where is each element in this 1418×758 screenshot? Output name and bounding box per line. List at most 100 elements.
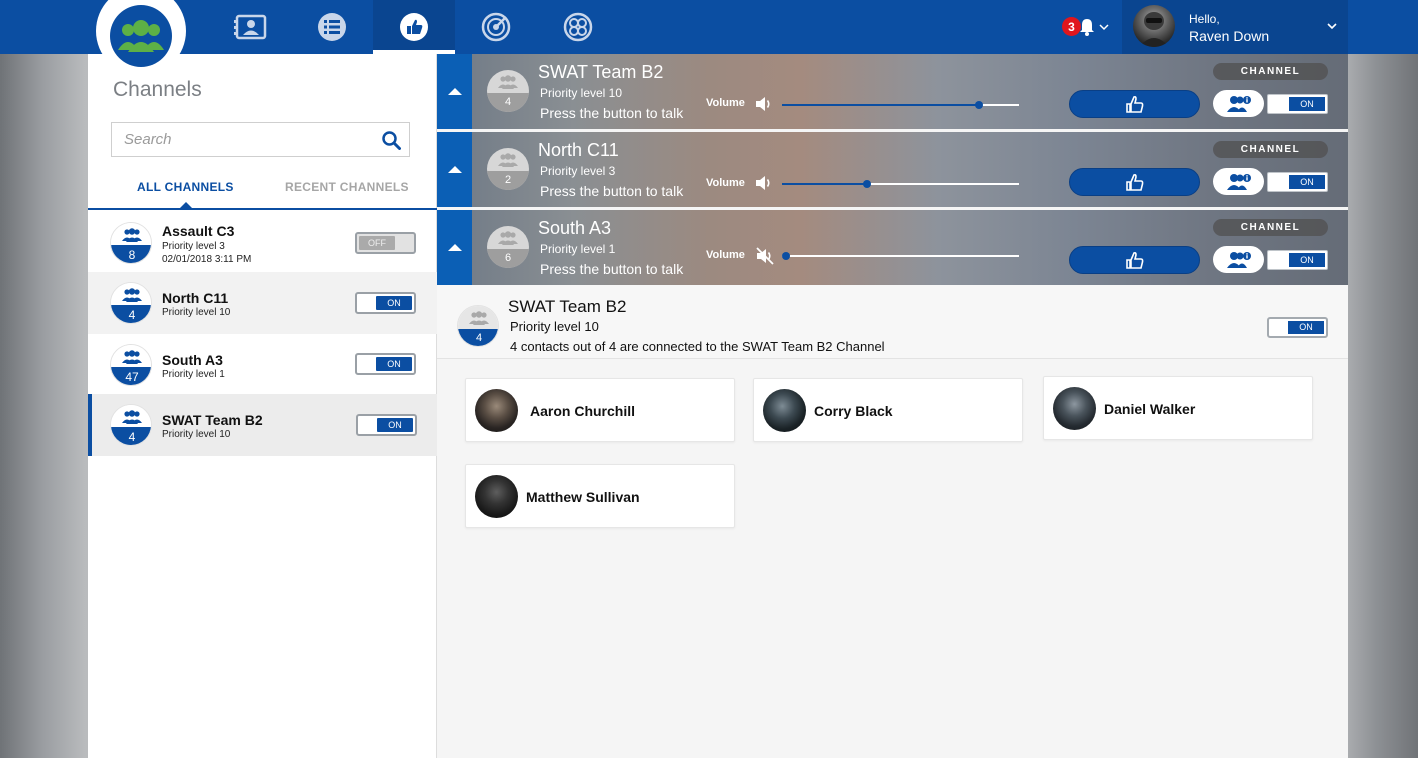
channel-priority: Priority level 3: [540, 164, 616, 178]
channel-toggle[interactable]: ON: [1267, 172, 1328, 192]
volume-slider[interactable]: [782, 101, 1019, 109]
contact-card[interactable]: Corry Black: [753, 378, 1023, 442]
channel-priority: Priority level 10: [540, 86, 623, 100]
volume-slider[interactable]: [782, 180, 1019, 188]
bell-icon: [1080, 18, 1094, 36]
push-to-talk-button[interactable]: [1069, 90, 1200, 118]
active-channel-bar: 6 South A3 Priority level 1 Press the bu…: [437, 210, 1348, 285]
channel-type-pill: CHANNEL: [1213, 219, 1328, 236]
contact-card[interactable]: Daniel Walker: [1043, 376, 1313, 440]
channel-name: North C11: [538, 140, 619, 160]
top-bar: 3 Hello, Raven Down: [0, 0, 1418, 54]
channel-tabs: ALL CHANNELS RECENT CHANNELS: [88, 174, 437, 210]
channel-toggle[interactable]: ON: [355, 353, 416, 375]
member-count: 4: [111, 427, 151, 445]
contact-card[interactable]: Aaron Churchill: [465, 378, 735, 442]
group-info-icon: [1226, 173, 1251, 190]
group-info-icon: [1226, 95, 1251, 112]
groups-circle-icon: [563, 12, 593, 42]
thumbs-up-hand-icon: [1125, 95, 1143, 113]
group-info-icon: [1226, 251, 1251, 268]
nav-groups-circle[interactable]: [537, 0, 619, 54]
push-to-talk-hint: Press the button to talk: [540, 105, 684, 121]
push-to-talk-button[interactable]: [1069, 168, 1200, 196]
channel-timestamp: 02/01/2018 3:11 PM: [162, 254, 252, 265]
list-icon: [318, 13, 346, 41]
search-icon[interactable]: [382, 131, 401, 150]
volume-icon[interactable]: [755, 175, 773, 191]
user-greeting: Hello,: [1189, 12, 1220, 26]
channel-toggle[interactable]: OFF: [355, 232, 416, 254]
channel-toggle[interactable]: ON: [356, 414, 417, 436]
push-to-talk-button[interactable]: [1069, 246, 1200, 274]
channel-toggle[interactable]: ON: [1267, 94, 1328, 114]
volume-slider-thumb[interactable]: [782, 252, 790, 260]
notifications[interactable]: 3: [1062, 17, 1109, 36]
volume-label: Volume: [706, 249, 745, 261]
search-input[interactable]: [112, 123, 372, 156]
user-menu[interactable]: Hello, Raven Down: [1122, 0, 1348, 54]
channel-priority: Priority level 10: [162, 307, 231, 318]
tab-all-channels[interactable]: ALL CHANNELS: [137, 180, 234, 194]
channel-avatar: 4: [457, 305, 499, 347]
active-channel-bar: 2 North C11 Priority level 3 Press the b…: [437, 132, 1348, 207]
sidebar-item-north-c11[interactable]: 4 North C11 Priority level 10 ON: [88, 272, 437, 334]
caret-up-icon: [447, 166, 462, 173]
channel-name: SWAT Team B2: [162, 412, 263, 428]
volume-muted-icon[interactable]: [755, 246, 775, 266]
member-count: 4: [458, 329, 498, 346]
nav-push-to-talk[interactable]: [373, 0, 455, 54]
nav-radar[interactable]: [455, 0, 537, 54]
contact-name: Aaron Churchill: [530, 403, 636, 419]
channel-avatar: 4: [487, 70, 529, 112]
contact-avatar: [763, 389, 806, 432]
sidebar-item-south-a3[interactable]: 47 South A3 Priority level 1 ON: [88, 334, 437, 394]
group-icon: [122, 410, 142, 424]
volume-slider-thumb[interactable]: [974, 101, 983, 109]
nav-contacts-card[interactable]: [209, 0, 291, 54]
channel-members-button[interactable]: [1213, 90, 1264, 117]
member-count: 4: [111, 305, 151, 323]
tab-recent-channels[interactable]: RECENT CHANNELS: [285, 180, 409, 194]
main-content: 4 SWAT Team B2 Priority level 10 Press t…: [437, 54, 1348, 758]
detail-channel-toggle[interactable]: ON: [1267, 317, 1328, 338]
push-to-talk-icon: [400, 13, 428, 41]
contact-name: Matthew Sullivan: [526, 489, 640, 505]
collapse-button[interactable]: [437, 54, 472, 129]
channel-toggle[interactable]: ON: [355, 292, 416, 314]
sidebar-title: Channels: [113, 78, 202, 101]
channel-priority: Priority level 1: [540, 242, 616, 256]
volume-slider[interactable]: [782, 252, 1019, 260]
sidebar-item-swat-team-b2[interactable]: 4 SWAT Team B2 Priority level 10 ON: [88, 394, 437, 456]
contact-card[interactable]: Matthew Sullivan: [465, 464, 735, 528]
detail-channel-priority: Priority level 10: [510, 319, 599, 334]
search-box: [111, 122, 410, 157]
contact-avatar: [1053, 387, 1096, 430]
channel-members-button[interactable]: [1213, 246, 1264, 273]
member-count: 6: [487, 249, 529, 268]
volume-slider-thumb[interactable]: [863, 180, 872, 188]
user-avatar: [1133, 5, 1175, 47]
group-icon: [122, 228, 142, 242]
channel-avatar: 6: [487, 226, 529, 268]
member-count: 8: [111, 245, 151, 263]
caret-up-icon: [447, 88, 462, 95]
contact-avatar: [475, 389, 518, 432]
member-count: 47: [111, 367, 151, 385]
volume-label: Volume: [706, 97, 745, 109]
active-channel-bar: 4 SWAT Team B2 Priority level 10 Press t…: [437, 54, 1348, 129]
sidebar-item-assault-c3[interactable]: 8 Assault C3 Priority level 3 02/01/2018…: [88, 212, 437, 272]
channel-avatar: 8: [110, 222, 152, 264]
push-to-talk-hint: Press the button to talk: [540, 261, 684, 277]
collapse-button[interactable]: [437, 210, 472, 285]
volume-icon[interactable]: [755, 96, 773, 112]
collapse-button[interactable]: [437, 132, 472, 207]
channel-priority: Priority level 3: [162, 241, 225, 252]
channel-type-pill: CHANNEL: [1213, 141, 1328, 158]
volume-label: Volume: [706, 177, 745, 189]
channel-members-button[interactable]: [1213, 168, 1264, 195]
groups-logo-icon: [118, 20, 164, 52]
nav-list[interactable]: [291, 0, 373, 54]
channel-avatar: 47: [110, 344, 152, 386]
channel-toggle[interactable]: ON: [1267, 250, 1328, 270]
